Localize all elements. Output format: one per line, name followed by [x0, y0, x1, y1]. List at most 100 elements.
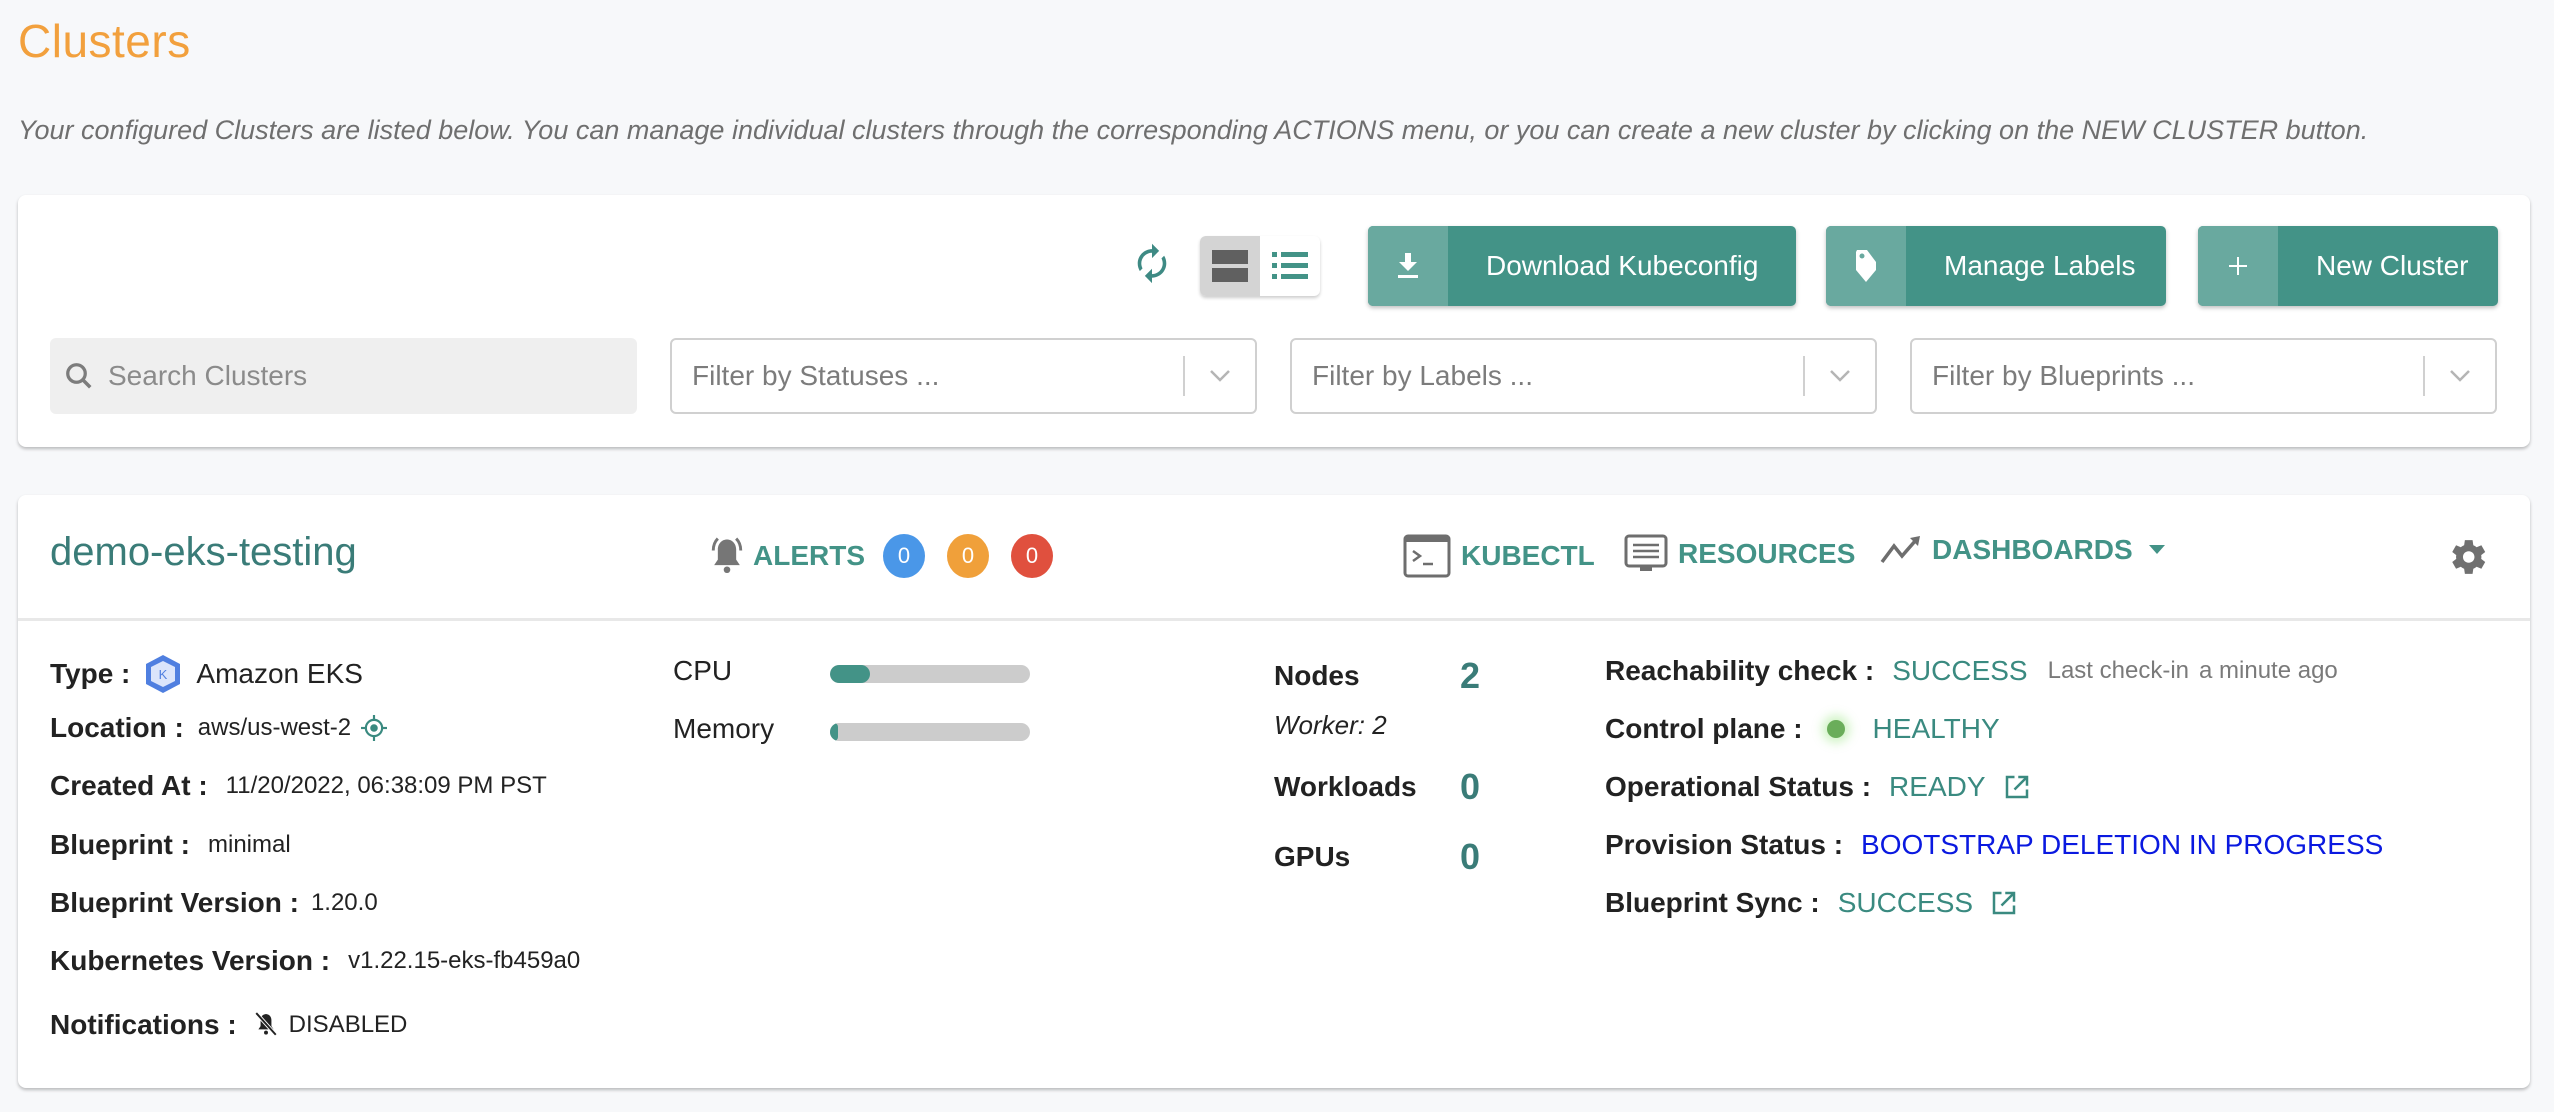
blueprint-sync-label: Blueprint Sync : [1605, 887, 1820, 918]
kubectl-label: KUBECTL [1461, 540, 1595, 571]
list-view-icon [1272, 252, 1308, 279]
external-link-icon[interactable] [1989, 888, 2019, 918]
kubernetes-version-value: v1.22.15-eks-fb459a0 [348, 947, 581, 974]
filter-statuses-select[interactable]: Filter by Statuses ... [670, 338, 1257, 414]
chevron-down-icon [1805, 369, 1875, 383]
filter-labels-select[interactable]: Filter by Labels ... [1290, 338, 1877, 414]
type-label: Type : [50, 658, 131, 689]
alerts-label: ALERTS [753, 540, 865, 571]
workloads-value[interactable]: 0 [1460, 766, 1480, 808]
resources-label: RESOURCES [1678, 538, 1856, 569]
plus-icon [2198, 226, 2278, 306]
filter-labels-placeholder: Filter by Labels ... [1312, 360, 1533, 391]
alert-count-warning[interactable]: 0 [947, 534, 989, 578]
location-label: Location : [50, 712, 184, 743]
view-toggle [1200, 236, 1320, 296]
healthy-status-dot [1826, 720, 1845, 738]
kubectl-button[interactable]: KUBECTL [1403, 534, 1595, 578]
dashboards-dropdown[interactable]: DASHBOARDS [1880, 534, 2165, 566]
status-operational: Operational Status : READY [1605, 771, 2032, 803]
memory-label: Memory [673, 713, 775, 744]
search-clusters-input[interactable] [108, 360, 608, 392]
search-clusters-field[interactable] [50, 338, 637, 414]
refresh-button[interactable] [1130, 242, 1174, 292]
nodes-label: Nodes [1274, 660, 1360, 691]
page-description: Your configured Clusters are listed belo… [18, 115, 2369, 145]
detail-type: Type : K Amazon EKS [50, 654, 363, 694]
gpus-label: GPUs [1274, 841, 1351, 872]
dashboards-label: DASHBOARDS [1932, 534, 2133, 565]
svg-text:K: K [159, 667, 168, 682]
download-kubeconfig-label: Download Kubeconfig [1486, 250, 1759, 281]
cpu-usage-fill [830, 665, 870, 683]
list-view-button[interactable] [1260, 236, 1320, 296]
nodes-value[interactable]: 2 [1460, 655, 1480, 697]
notifications-value: DISABLED [288, 1011, 408, 1038]
reachability-value: SUCCESS [1892, 655, 2028, 686]
resources-button[interactable]: RESOURCES [1624, 534, 1855, 574]
trending-up-icon [1880, 536, 1920, 564]
created-at-label: Created At : [50, 770, 208, 801]
cpu-label: CPU [673, 655, 733, 686]
download-kubeconfig-button[interactable]: Download Kubeconfig [1368, 226, 1796, 306]
detail-kubernetes-version: Kubernetes Version : v1.22.15-eks-fb459a… [50, 945, 580, 977]
chevron-down-icon [1185, 369, 1255, 383]
control-plane-label: Control plane : [1605, 713, 1803, 744]
gpus-value: 0 [1460, 836, 1481, 877]
terminal-icon [1403, 534, 1451, 578]
bell-off-icon [254, 1011, 277, 1037]
bell-ringing-icon [711, 537, 743, 574]
filter-blueprints-select[interactable]: Filter by Blueprints ... [1910, 338, 2497, 414]
status-provision: Provision Status : BOOTSTRAP DELETION IN… [1605, 829, 2383, 861]
blueprint-version-value: 1.20.0 [310, 889, 378, 916]
kubernetes-version-label: Kubernetes Version : [50, 945, 331, 976]
status-control-plane: Control plane : HEALTHY [1605, 713, 2000, 745]
new-cluster-label: New Cluster [2316, 250, 2469, 281]
location-target-icon[interactable] [361, 715, 388, 741]
status-blueprint-sync: Blueprint Sync : SUCCESS [1605, 887, 2019, 919]
workloads-label: Workloads [1274, 771, 1417, 802]
page-title: Clusters [18, 15, 191, 67]
cluster-settings-button[interactable] [2444, 534, 2490, 580]
reachability-label: Reachability check : [1605, 655, 1875, 686]
provision-status-label: Provision Status : [1605, 829, 1844, 860]
alert-count-info[interactable]: 0 [883, 534, 925, 578]
blueprint-sync-value: SUCCESS [1837, 887, 1974, 918]
caret-down-icon [2148, 545, 2165, 554]
detail-location: Location : aws/us-west-2 [50, 712, 388, 744]
eks-icon: K [146, 655, 181, 693]
new-cluster-button[interactable]: New Cluster [2198, 226, 2498, 306]
location-value: aws/us-west-2 [197, 714, 352, 741]
card-header-divider [18, 618, 2530, 621]
cpu-usage-bar [830, 665, 1030, 683]
grid-view-icon [1212, 250, 1248, 282]
manage-labels-button[interactable]: Manage Labels [1826, 226, 2166, 306]
operational-status-value: READY [1889, 771, 1986, 802]
external-link-icon[interactable] [2002, 772, 2032, 802]
refresh-icon [1137, 243, 1167, 284]
blueprint-label: Blueprint : [50, 829, 190, 860]
alert-count-critical[interactable]: 0 [1011, 534, 1053, 578]
alerts-section[interactable]: ALERTS 0 0 0 [705, 534, 1075, 578]
filter-blueprints-placeholder: Filter by Blueprints ... [1932, 360, 2195, 391]
detail-blueprint: Blueprint : minimal [50, 829, 291, 861]
manage-labels-label: Manage Labels [1944, 250, 2136, 281]
type-value: Amazon EKS [196, 658, 363, 689]
detail-notifications: Notifications : DISABLED [50, 1009, 407, 1041]
control-plane-value: HEALTHY [1872, 713, 2000, 744]
worker-count: Worker: 2 [1274, 710, 1387, 740]
tag-icon [1826, 226, 1906, 306]
download-icon [1368, 226, 1448, 306]
last-checkin-value: a minute ago [2199, 657, 2338, 684]
last-checkin-label: Last check-in [2047, 657, 2190, 684]
filter-statuses-placeholder: Filter by Statuses ... [692, 360, 940, 391]
provision-status-value[interactable]: BOOTSTRAP DELETION IN PROGRESS [1861, 829, 2383, 861]
gear-icon [2452, 540, 2486, 574]
memory-usage-bar [830, 723, 1030, 741]
cluster-name[interactable]: demo-eks-testing [50, 530, 357, 575]
card-view-button[interactable] [1200, 236, 1260, 296]
detail-created-at: Created At : 11/20/2022, 06:38:09 PM PST [50, 770, 547, 802]
detail-blueprint-version: Blueprint Version : 1.20.0 [50, 887, 378, 919]
resources-icon [1624, 534, 1668, 571]
blueprint-version-label: Blueprint Version : [50, 887, 299, 918]
